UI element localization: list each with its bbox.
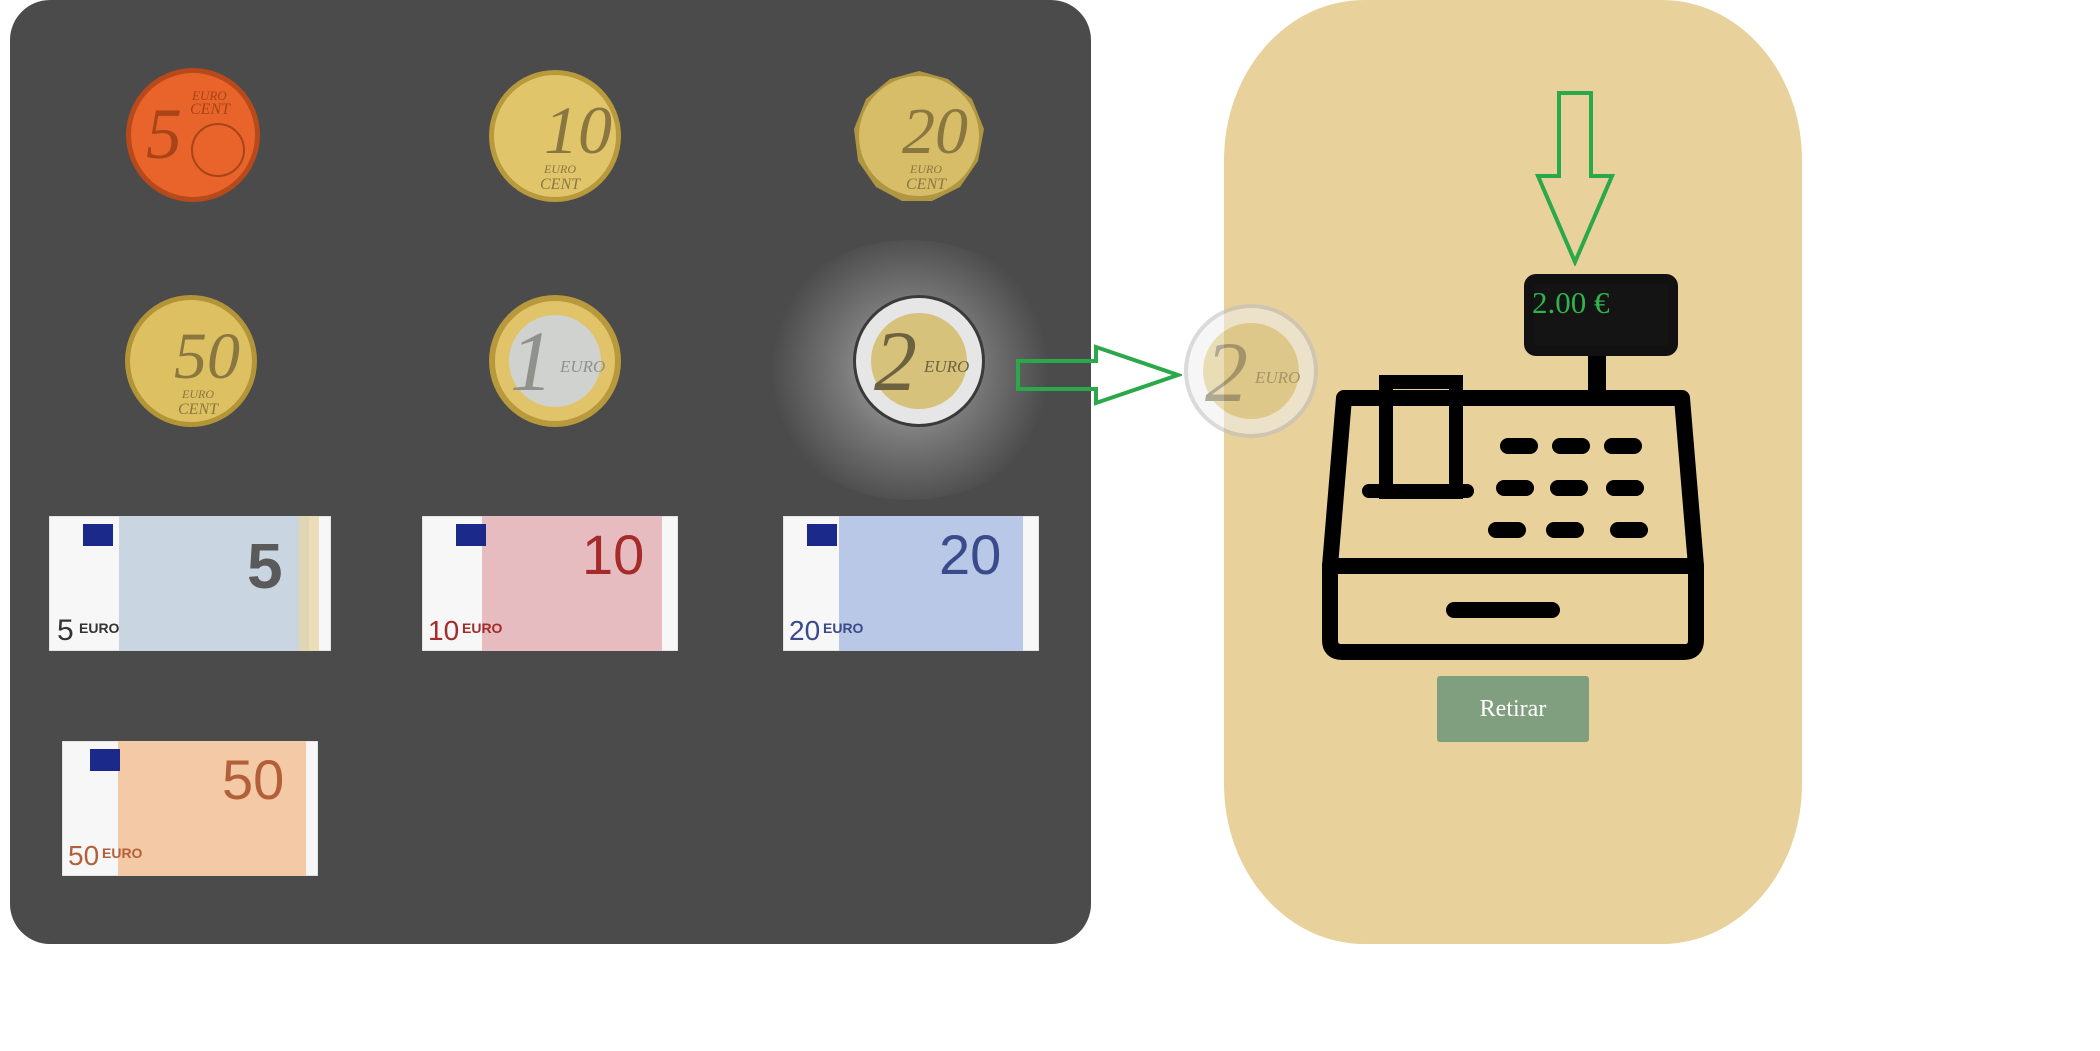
svg-text:CENT: CENT — [178, 401, 219, 418]
svg-text:CENT: CENT — [906, 176, 947, 193]
coin-1-euro[interactable]: 1 EURO — [488, 294, 622, 428]
svg-text:5: 5 — [146, 94, 182, 174]
svg-text:EURO: EURO — [181, 387, 214, 401]
coin-2-euro[interactable]: 2 EURO — [852, 294, 986, 428]
register-display-amount: 2.00 € — [1532, 285, 1610, 320]
svg-text:EURO: EURO — [543, 162, 576, 176]
withdraw-button[interactable]: Retirar — [1437, 676, 1589, 742]
svg-text:2: 2 — [874, 313, 917, 409]
svg-text:50: 50 — [174, 320, 240, 393]
coin-10-cent[interactable]: 10 EURO CENT — [488, 69, 622, 203]
svg-text:1: 1 — [510, 313, 553, 409]
svg-text:EURO: EURO — [923, 357, 969, 376]
cash-register-icon — [1322, 274, 1704, 660]
svg-text:CENT: CENT — [190, 101, 231, 118]
svg-text:10: 10 — [544, 92, 612, 168]
banknote-5-euro[interactable]: 5 5 EURO — [49, 516, 331, 651]
svg-text:10: 10 — [582, 523, 644, 586]
svg-text:5: 5 — [57, 614, 74, 647]
coin-50-cent[interactable]: 50 EURO CENT — [124, 294, 258, 428]
svg-text:50: 50 — [68, 840, 99, 871]
banknote-50-euro[interactable]: 50 50 EURO — [62, 741, 318, 876]
svg-text:20: 20 — [789, 615, 820, 646]
svg-text:EURO: EURO — [1254, 368, 1300, 387]
svg-text:EURO: EURO — [823, 620, 864, 636]
banknote-10-euro[interactable]: 10 10 EURO — [422, 516, 678, 651]
svg-text:EURO: EURO — [909, 162, 942, 176]
svg-text:EURO: EURO — [559, 357, 605, 376]
svg-text:CENT: CENT — [540, 176, 581, 193]
svg-text:2: 2 — [1205, 324, 1248, 420]
arrow-down-icon — [1535, 91, 1615, 266]
svg-text:EURO: EURO — [462, 620, 503, 636]
arrow-right-icon — [1016, 344, 1182, 406]
inserted-coin-2-euro: 2 EURO — [1183, 303, 1319, 439]
svg-text:50: 50 — [222, 748, 284, 811]
coin-20-cent[interactable]: 20 EURO CENT — [852, 69, 986, 203]
svg-text:EURO: EURO — [102, 845, 143, 861]
svg-text:20: 20 — [902, 95, 968, 168]
svg-text:5: 5 — [247, 530, 283, 602]
banknote-20-euro[interactable]: 20 20 EURO — [783, 516, 1039, 651]
svg-text:20: 20 — [939, 523, 1001, 586]
svg-text:EURO: EURO — [79, 620, 120, 636]
svg-text:10: 10 — [428, 615, 459, 646]
coin-5-cent[interactable]: 5 EURO CENT — [124, 66, 262, 204]
